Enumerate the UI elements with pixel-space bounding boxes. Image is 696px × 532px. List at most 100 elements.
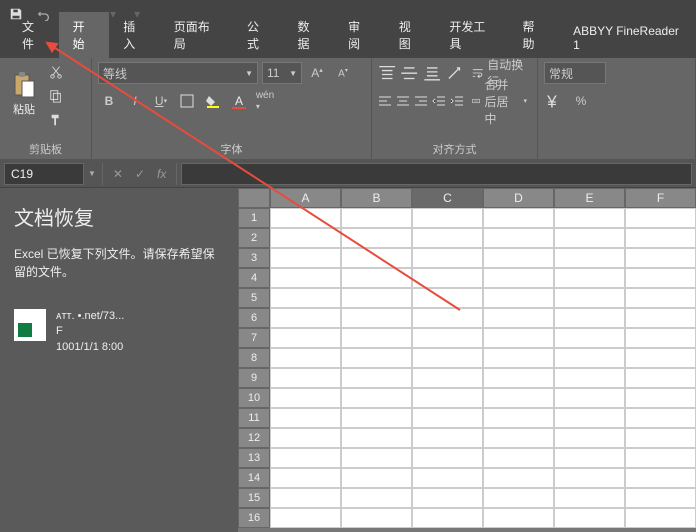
cell[interactable] <box>483 228 554 248</box>
cell[interactable] <box>270 268 341 288</box>
row-header[interactable]: 14 <box>238 468 270 488</box>
tab-help[interactable]: 帮助 <box>508 12 559 58</box>
cell[interactable] <box>625 268 696 288</box>
align-left-icon[interactable] <box>378 90 392 112</box>
cell[interactable] <box>341 408 412 428</box>
tab-dev[interactable]: 开发工具 <box>435 12 508 58</box>
recovery-item[interactable]: ᴀᴛᴛ. •.net/73... F 1001/1/1 8:00 <box>14 301 224 363</box>
row-header[interactable]: 8 <box>238 348 270 368</box>
cell[interactable] <box>412 348 483 368</box>
align-right-icon[interactable] <box>414 90 428 112</box>
cell[interactable] <box>554 348 625 368</box>
tab-file[interactable]: 文件 <box>8 12 59 58</box>
cell[interactable] <box>554 208 625 228</box>
cell[interactable] <box>412 328 483 348</box>
cell[interactable] <box>270 228 341 248</box>
cell[interactable] <box>483 308 554 328</box>
row-header[interactable]: 6 <box>238 308 270 328</box>
percent-icon[interactable]: % <box>570 90 592 112</box>
cell[interactable] <box>483 408 554 428</box>
cell[interactable] <box>270 428 341 448</box>
align-top-icon[interactable] <box>378 62 396 84</box>
cell[interactable] <box>412 228 483 248</box>
row-header[interactable]: 11 <box>238 408 270 428</box>
cell[interactable] <box>270 348 341 368</box>
fx-icon[interactable]: fx <box>157 167 166 181</box>
cell[interactable] <box>412 488 483 508</box>
row-header[interactable]: 1 <box>238 208 270 228</box>
cell[interactable] <box>625 308 696 328</box>
cell[interactable] <box>625 328 696 348</box>
underline-button[interactable]: U▾ <box>150 90 172 112</box>
cell[interactable] <box>270 508 341 528</box>
cell[interactable] <box>554 468 625 488</box>
cell[interactable] <box>483 468 554 488</box>
row-header[interactable]: 10 <box>238 388 270 408</box>
align-mid-icon[interactable] <box>400 62 418 84</box>
cell[interactable] <box>412 368 483 388</box>
tab-abbyy[interactable]: ABBYY FineReader 1 <box>559 18 696 58</box>
merge-button[interactable]: 合并后居中▾ <box>468 90 531 112</box>
cell[interactable] <box>412 428 483 448</box>
cell[interactable] <box>554 248 625 268</box>
cell[interactable] <box>554 448 625 468</box>
cut-icon[interactable] <box>46 62 66 82</box>
cell[interactable] <box>554 488 625 508</box>
cell[interactable] <box>625 448 696 468</box>
cell[interactable] <box>270 248 341 268</box>
cell[interactable] <box>341 448 412 468</box>
cell[interactable] <box>483 448 554 468</box>
cell[interactable] <box>412 448 483 468</box>
cell[interactable] <box>625 428 696 448</box>
cell[interactable] <box>554 368 625 388</box>
cell[interactable] <box>270 288 341 308</box>
cell[interactable] <box>483 288 554 308</box>
tab-insert[interactable]: 插入 <box>109 12 160 58</box>
cell[interactable] <box>625 408 696 428</box>
cell[interactable] <box>554 408 625 428</box>
tab-home[interactable]: 开始 <box>59 12 110 58</box>
cell[interactable] <box>270 388 341 408</box>
cell[interactable] <box>625 388 696 408</box>
cell[interactable] <box>270 488 341 508</box>
number-format-combo[interactable]: 常规 <box>544 62 606 84</box>
cell[interactable] <box>270 468 341 488</box>
tab-data[interactable]: 数据 <box>284 12 335 58</box>
select-all-corner[interactable] <box>238 188 270 208</box>
cell[interactable] <box>270 368 341 388</box>
col-header[interactable]: D <box>483 188 554 208</box>
format-painter-icon[interactable] <box>46 110 66 130</box>
cell[interactable] <box>483 368 554 388</box>
phonetic-button[interactable]: wén▾ <box>254 90 276 112</box>
cell[interactable] <box>412 308 483 328</box>
cell[interactable] <box>341 348 412 368</box>
tab-view[interactable]: 视图 <box>385 12 436 58</box>
cell[interactable] <box>554 328 625 348</box>
bold-button[interactable]: B <box>98 90 120 112</box>
currency-icon[interactable]: ¥ <box>544 90 566 112</box>
cell[interactable] <box>554 428 625 448</box>
cell[interactable] <box>483 388 554 408</box>
row-header[interactable]: 7 <box>238 328 270 348</box>
cell[interactable] <box>341 488 412 508</box>
col-header[interactable]: B <box>341 188 412 208</box>
row-header[interactable]: 16 <box>238 508 270 528</box>
cell[interactable] <box>625 288 696 308</box>
font-size-combo[interactable]: 11▼ <box>262 62 302 84</box>
cell[interactable] <box>625 348 696 368</box>
tab-review[interactable]: 审阅 <box>334 12 385 58</box>
row-header[interactable]: 5 <box>238 288 270 308</box>
cell[interactable] <box>341 328 412 348</box>
col-header[interactable]: C <box>412 188 483 208</box>
fill-color-button[interactable] <box>202 90 224 112</box>
cell[interactable] <box>341 428 412 448</box>
row-header[interactable]: 2 <box>238 228 270 248</box>
cell[interactable] <box>412 468 483 488</box>
cell[interactable] <box>412 388 483 408</box>
shrink-font-icon[interactable]: A▾ <box>332 62 354 84</box>
indent-inc-icon[interactable] <box>450 90 464 112</box>
row-header[interactable]: 15 <box>238 488 270 508</box>
cell[interactable] <box>554 288 625 308</box>
cell[interactable] <box>270 208 341 228</box>
row-header[interactable]: 9 <box>238 368 270 388</box>
